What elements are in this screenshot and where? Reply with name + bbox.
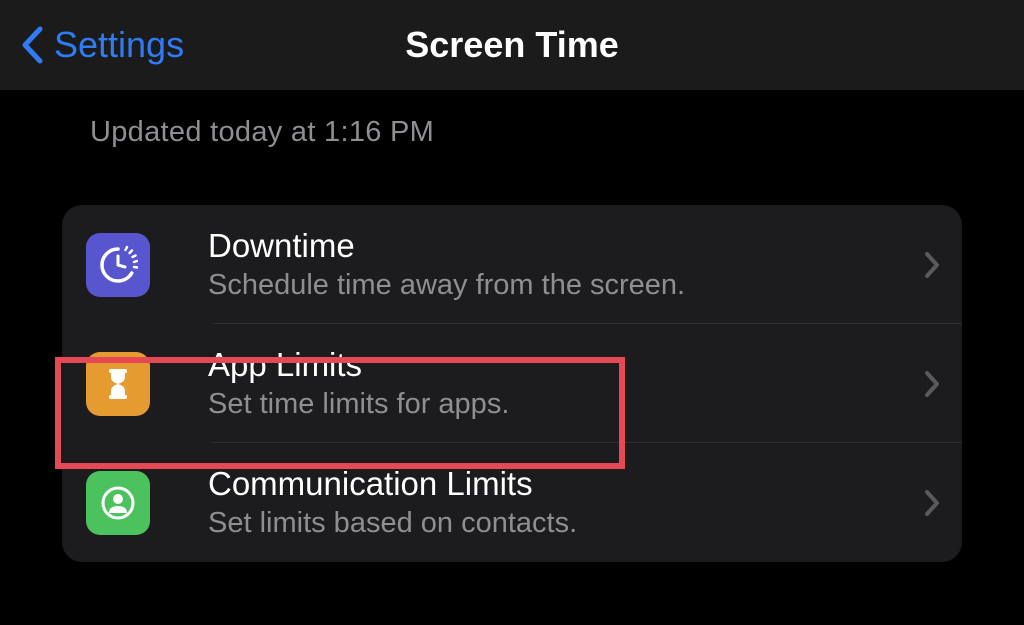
item-title: App Limits <box>208 346 904 384</box>
item-label-block: Downtime Schedule time away from the scr… <box>208 227 904 302</box>
navbar: Settings Screen Time <box>0 0 1024 90</box>
list-item-communication-limits[interactable]: Communication Limits Set limits based on… <box>62 443 962 562</box>
item-subtitle: Set time limits for apps. <box>208 388 904 421</box>
updated-status: Updated today at 1:16 PM <box>90 116 1024 149</box>
hourglass-icon <box>86 352 150 416</box>
item-title: Communication Limits <box>208 465 904 503</box>
item-subtitle: Set limits based on contacts. <box>208 507 904 540</box>
chevron-right-icon <box>924 370 940 398</box>
back-button[interactable]: Settings <box>20 24 184 66</box>
item-title: Downtime <box>208 227 904 265</box>
list-item-app-limits[interactable]: App Limits Set time limits for apps. <box>62 324 962 443</box>
settings-list: Downtime Schedule time away from the scr… <box>62 205 962 562</box>
chevron-right-icon <box>924 489 940 517</box>
item-subtitle: Schedule time away from the screen. <box>208 269 904 302</box>
page-title: Screen Time <box>405 24 618 66</box>
downtime-icon <box>86 233 150 297</box>
item-label-block: App Limits Set time limits for apps. <box>208 346 904 421</box>
item-label-block: Communication Limits Set limits based on… <box>208 465 904 540</box>
contact-icon <box>86 471 150 535</box>
back-label: Settings <box>54 24 184 66</box>
list-item-downtime[interactable]: Downtime Schedule time away from the scr… <box>62 205 962 324</box>
chevron-right-icon <box>924 251 940 279</box>
chevron-left-icon <box>20 26 44 64</box>
